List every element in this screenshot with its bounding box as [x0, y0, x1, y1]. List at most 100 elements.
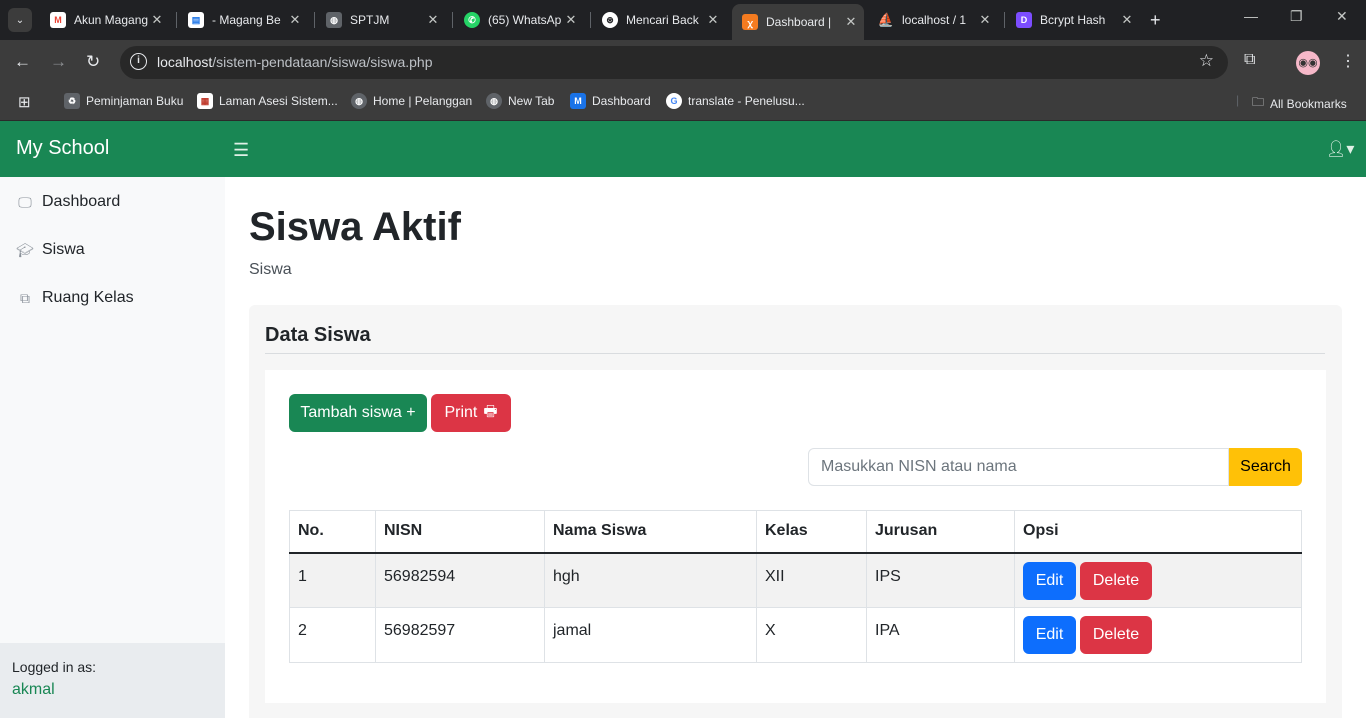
tab-separator [1004, 12, 1005, 28]
column-header: Kelas [756, 510, 867, 554]
sidebar-toggle-icon[interactable]: ☰ [233, 140, 249, 161]
phpmyadmin-icon: ⛵ [877, 12, 895, 27]
close-tab-icon[interactable]: ✕ [842, 14, 860, 30]
cell-nisn: 56982594 [375, 552, 545, 608]
tab-separator [452, 12, 453, 28]
cell-opsi: Edit Delete [1014, 552, 1302, 608]
sidebar-item-label: Siswa [42, 241, 85, 258]
bookmark-item[interactable]: ▦ Laman Asesi Sistem... [197, 93, 338, 109]
table-row: 2 56982597 jamal X IPA Edit Delete [289, 607, 1302, 663]
close-tab-icon[interactable]: ✕ [562, 12, 580, 28]
search-input[interactable] [808, 448, 1229, 486]
breadcrumb: Siswa [249, 261, 292, 278]
all-bookmarks-label: All Bookmarks [1270, 96, 1347, 111]
apps-grid-icon[interactable]: ⊞ [18, 93, 31, 111]
site-info-icon[interactable]: i [130, 53, 147, 70]
main-content: Siswa Aktif Siswa Data Siswa Tambah sisw… [225, 177, 1366, 718]
window-close-icon[interactable]: ✕ [1336, 8, 1348, 25]
browser-tab-title: Mencari Back [626, 13, 699, 27]
tab-separator [590, 12, 591, 28]
brand-logo[interactable]: My School [16, 137, 109, 160]
xampp-icon: ꭓ [742, 14, 758, 30]
browser-tab-title: SPTJM [350, 13, 390, 27]
sidebar-item-dashboard[interactable]: 🖵 Dashboard [16, 193, 120, 211]
cell-no: 1 [289, 552, 376, 608]
browser-tab-title: Akun Magang [74, 13, 148, 27]
sidebar-item-siswa[interactable]: 🎓︎ Siswa [16, 241, 85, 259]
profile-avatar[interactable]: ◉◉ [1296, 51, 1320, 75]
browser-tab[interactable]: ✆ (65) WhatsAp ✕ [454, 6, 584, 34]
cell-nisn: 56982597 [375, 607, 545, 663]
browser-menu-icon[interactable]: ⋮ [1340, 51, 1356, 71]
edit-button[interactable]: Edit [1023, 561, 1076, 600]
delete-button[interactable]: Delete [1080, 616, 1152, 654]
user-dropdown-icon[interactable]: 👤︎▾ [1326, 139, 1354, 159]
cell-kelas: XII [756, 552, 867, 608]
browser-toolbar: ← → ↻ i localhost/sistem-pendataan/siswa… [0, 40, 1366, 85]
monitor-icon: 🖵 [18, 193, 32, 210]
bookmark-star-icon[interactable]: ☆ [1199, 51, 1214, 71]
browser-tab[interactable]: M Akun Magang ✕ [40, 6, 170, 34]
tab-search-chevron-icon[interactable]: ⌄ [8, 8, 32, 32]
close-tab-icon[interactable]: ✕ [1118, 12, 1136, 28]
search-button[interactable]: Search [1229, 448, 1302, 486]
card-divider [265, 353, 1325, 354]
laman-icon: ▦ [197, 93, 213, 109]
bookmark-item[interactable]: ♻ Peminjaman Buku [64, 93, 183, 109]
bookmark-label: Peminjaman Buku [86, 94, 184, 108]
delete-button[interactable]: Delete [1080, 561, 1152, 600]
bookmark-label: Dashboard [592, 94, 651, 108]
column-header: Opsi [1014, 510, 1302, 554]
sidebar-item-ruang-kelas[interactable]: ⧉ Ruang Kelas [16, 289, 134, 307]
forward-arrow-icon[interactable]: → [50, 51, 67, 73]
browser-tab[interactable]: ▤ - Magang Be ✕ [178, 6, 308, 34]
browser-tab[interactable]: D Bcrypt Hash ✕ [1006, 6, 1140, 34]
cell-jurusan: IPA [866, 607, 1015, 663]
extensions-puzzle-icon[interactable]: ⧉ [1244, 51, 1255, 69]
close-tab-icon[interactable]: ✕ [976, 12, 994, 28]
folder-icon: 🗀 [1252, 95, 1265, 109]
close-tab-icon[interactable]: ✕ [424, 12, 442, 28]
close-tab-icon[interactable]: ✕ [286, 12, 304, 28]
new-tab-plus-icon[interactable]: + [1150, 10, 1161, 30]
bookmark-label: Laman Asesi Sistem... [219, 94, 338, 108]
url-path: /sistem-pendataan/siswa/siswa.php [212, 54, 433, 70]
bookmark-item[interactable]: Gtranslate - Penelusu... [666, 93, 805, 109]
cell-jurusan: IPS [866, 552, 1015, 608]
add-student-button[interactable]: Tambah siswa + [289, 394, 427, 432]
print-button-label: Print [444, 404, 478, 421]
bookmark-label: New Tab [508, 94, 555, 108]
browser-tab[interactable]: ◍ SPTJM ✕ [316, 6, 446, 34]
all-bookmarks-folder[interactable]: 🗀 All Bookmarks [1252, 93, 1347, 114]
cell-no: 2 [289, 607, 376, 663]
bookmarks-bar: ⊞ ♻ Peminjaman Buku ▦ Laman Asesi Sistem..… [0, 85, 1366, 121]
edit-button[interactable]: Edit [1023, 616, 1076, 654]
address-url[interactable]: localhost/sistem-pendataan/siswa/siswa.p… [157, 54, 433, 70]
bookmark-item[interactable]: M Dashboard [570, 93, 651, 109]
browser-tab[interactable]: ⊛ Mencari Back ✕ [592, 6, 726, 34]
reload-icon[interactable]: ↻ [86, 51, 100, 73]
minimize-icon[interactable]: — [1244, 8, 1258, 24]
m-icon: M [570, 93, 586, 109]
address-bar[interactable]: i localhost/sistem-pendataan/siswa/siswa… [120, 46, 1228, 79]
back-arrow-icon[interactable]: ← [14, 51, 31, 73]
cell-nama: hgh [544, 552, 757, 608]
logged-in-user: akmal [12, 681, 55, 698]
browser-tab-strip: ⌄ M Akun Magang ✕ ▤ - Magang Be ✕ ◍ SPTJ… [0, 0, 1366, 40]
sidebar-item-label: Ruang Kelas [42, 289, 134, 306]
bookmarks-divider: | [1236, 93, 1240, 107]
browser-tab-active[interactable]: ꭓ Dashboard | ✕ [732, 4, 864, 40]
page-title: Siswa Aktif [249, 205, 461, 249]
cell-nama: jamal [544, 607, 757, 663]
browser-tab[interactable]: ⛵ localhost / 1 ✕ [868, 6, 998, 34]
column-header: Nama Siswa [544, 510, 757, 554]
close-tab-icon[interactable]: ✕ [148, 12, 166, 28]
globe-icon: ◍ [351, 93, 367, 109]
close-tab-icon[interactable]: ✕ [704, 12, 722, 28]
print-button[interactable]: Print 🖶 [431, 394, 511, 432]
table-header-row: No. NISN Nama Siswa Kelas Jurusan Opsi [289, 510, 1302, 554]
restore-icon[interactable]: ❐ [1290, 8, 1303, 25]
data-card: Data Siswa Tambah siswa + Print 🖶 Search… [249, 305, 1342, 718]
bookmark-item[interactable]: ◍ New Tab [486, 93, 554, 109]
bookmark-item[interactable]: ◍ Home | Pelanggan [351, 93, 472, 109]
